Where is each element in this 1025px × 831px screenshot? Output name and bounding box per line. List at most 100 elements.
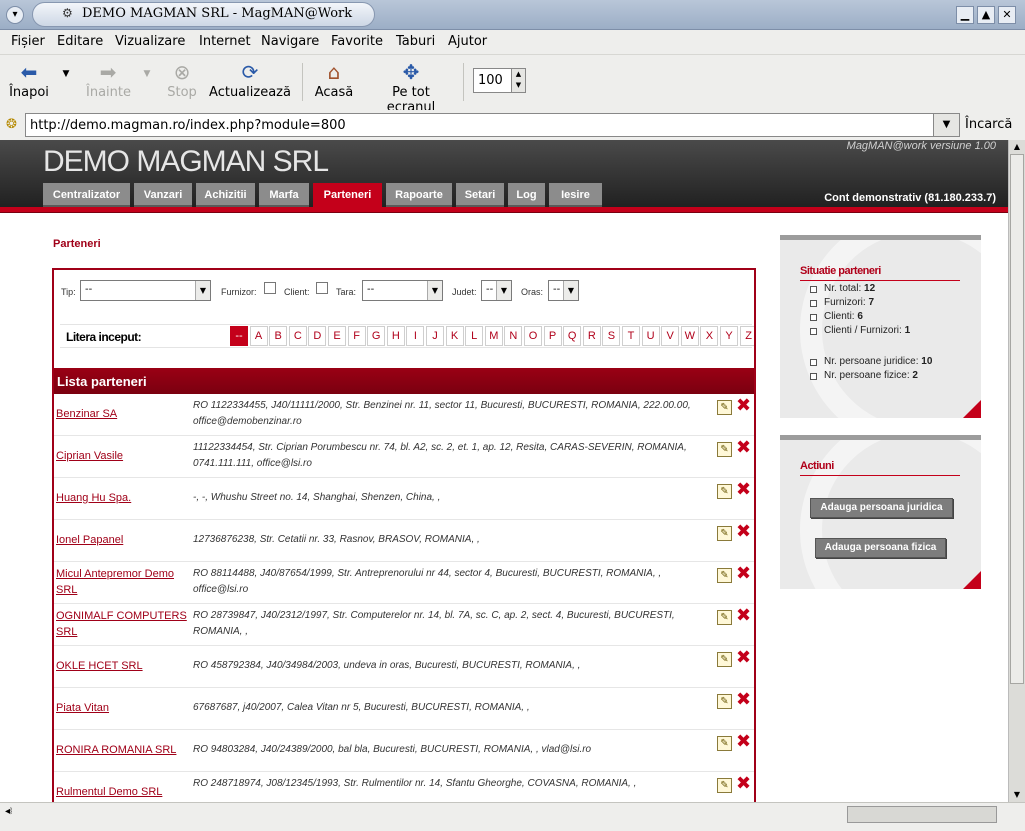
letter-filter-a[interactable]: A — [249, 326, 268, 346]
letter-filter-p[interactable]: P — [543, 326, 562, 346]
menu-vizualizare[interactable]: Vizualizare — [115, 34, 185, 49]
letter-filter-all[interactable]: -- — [230, 326, 248, 346]
partner-name-link[interactable]: RONIRA ROMANIA SRL — [56, 742, 188, 758]
tab-log[interactable]: Log — [508, 183, 545, 207]
partner-name-link[interactable]: OGNIMALF COMPUTERS SRL — [56, 608, 188, 640]
back-history-dropdown[interactable]: ▼ — [60, 69, 72, 79]
minimize-icon[interactable]: ▁ — [956, 6, 974, 24]
maximize-icon[interactable]: ▲ — [977, 6, 995, 24]
letter-filter-r[interactable]: R — [582, 326, 601, 346]
menu-fisier[interactable]: Fișier — [11, 34, 45, 49]
menu-taburi[interactable]: Taburi — [396, 34, 435, 49]
forward-history-dropdown[interactable]: ▼ — [141, 69, 153, 79]
delete-icon[interactable]: ✖ — [736, 397, 751, 415]
scrollbar-thumb[interactable] — [1010, 154, 1024, 684]
edit-icon[interactable]: ✎ — [717, 610, 732, 625]
letter-filter-g[interactable]: G — [367, 326, 386, 346]
letter-filter-u[interactable]: U — [641, 326, 660, 346]
partner-name-link[interactable]: OKLE HCET SRL — [56, 658, 188, 674]
menu-navigare[interactable]: Navigare — [261, 34, 319, 49]
add-natural-person-button[interactable]: Adauga persoana fizica — [815, 538, 946, 558]
url-history-dropdown[interactable]: ▼ — [933, 113, 960, 137]
scroll-down-icon[interactable]: ▼ — [1009, 788, 1025, 802]
letter-filter-f[interactable]: F — [347, 326, 366, 346]
tab-achizitii[interactable]: Achizitii — [196, 183, 255, 207]
tip-select[interactable]: -- ▼ — [80, 280, 211, 301]
tab-parteneri[interactable]: Parteneri — [313, 183, 382, 207]
tab-setari[interactable]: Setari — [456, 183, 504, 207]
letter-filter-q[interactable]: Q — [563, 326, 582, 346]
letter-filter-e[interactable]: E — [328, 326, 346, 346]
partner-name-link[interactable]: Benzinar SA — [56, 406, 188, 422]
edit-icon[interactable]: ✎ — [717, 400, 732, 415]
letter-filter-x[interactable]: X — [700, 326, 719, 346]
letter-filter-s[interactable]: S — [602, 326, 621, 346]
letter-filter-z[interactable]: Z — [739, 326, 754, 346]
delete-icon[interactable]: ✖ — [736, 481, 751, 499]
letter-filter-j[interactable]: J — [426, 326, 444, 346]
letter-filter-n[interactable]: N — [504, 326, 523, 346]
partner-name-link[interactable]: Huang Hu Spa. — [56, 490, 188, 506]
letter-filter-k[interactable]: K — [445, 326, 464, 346]
menu-ajutor[interactable]: Ajutor — [448, 34, 487, 49]
tara-select[interactable]: -- ▼ — [362, 280, 443, 301]
delete-icon[interactable]: ✖ — [736, 775, 751, 793]
delete-icon[interactable]: ✖ — [736, 691, 751, 709]
partner-name-link[interactable]: Ciprian Vasile — [56, 448, 188, 464]
scroll-up-icon[interactable]: ▲ — [1009, 140, 1025, 154]
letter-filter-m[interactable]: M — [484, 326, 503, 346]
url-input[interactable]: http://demo.magman.ro/index.php?module=8… — [25, 113, 960, 137]
menu-internet[interactable]: Internet — [199, 34, 251, 49]
edit-icon[interactable]: ✎ — [717, 484, 732, 499]
tab-rapoarte[interactable]: Rapoarte — [386, 183, 452, 207]
go-button[interactable]: Încarcă — [965, 117, 1012, 132]
letter-filter-o[interactable]: O — [524, 326, 542, 346]
letter-filter-h[interactable]: H — [386, 326, 405, 346]
partner-name-link[interactable]: Piata Vitan — [56, 700, 188, 716]
edit-icon[interactable]: ✎ — [717, 736, 732, 751]
add-legal-person-button[interactable]: Adauga persoana juridica — [810, 498, 953, 518]
edit-icon[interactable]: ✎ — [717, 694, 732, 709]
edit-icon[interactable]: ✎ — [717, 652, 732, 667]
tab-vanzari[interactable]: Vanzari — [134, 183, 192, 207]
home-button[interactable]: ⌂ Acasă — [313, 59, 355, 100]
fullscreen-button[interactable]: ✥ Pe tot ecranul — [366, 59, 456, 115]
zoom-stepper[interactable]: 100 ▲ ▼ — [473, 68, 526, 93]
delete-icon[interactable]: ✖ — [736, 523, 751, 541]
vertical-scrollbar[interactable]: ▲ ▼ — [1008, 140, 1025, 802]
delete-icon[interactable]: ✖ — [736, 649, 751, 667]
edit-icon[interactable]: ✎ — [717, 442, 732, 457]
menu-editare[interactable]: Editare — [57, 34, 103, 49]
delete-icon[interactable]: ✖ — [736, 565, 751, 583]
reload-button[interactable]: ⟳ Actualizează — [207, 59, 293, 100]
forward-button[interactable]: ➡ Înainte — [86, 59, 131, 100]
partner-name-link[interactable]: Micul Antepremor Demo SRL — [56, 566, 188, 598]
letter-filter-w[interactable]: W — [680, 326, 699, 346]
menu-favorite[interactable]: Favorite — [331, 34, 383, 49]
delete-icon[interactable]: ✖ — [736, 607, 751, 625]
tab-centralizator[interactable]: Centralizator — [43, 183, 130, 207]
window-menu-button[interactable]: ▾ — [6, 6, 24, 24]
letter-filter-i[interactable]: I — [406, 326, 425, 346]
letter-filter-v[interactable]: V — [661, 326, 680, 346]
letter-filter-b[interactable]: B — [269, 326, 288, 346]
letter-filter-t[interactable]: T — [622, 326, 640, 346]
tab-iesire[interactable]: Iesire — [549, 183, 602, 207]
letter-filter-c[interactable]: C — [288, 326, 307, 346]
close-icon[interactable]: ✕ — [998, 6, 1016, 24]
zoom-spin-arrows[interactable]: ▲ ▼ — [511, 69, 525, 92]
edit-icon[interactable]: ✎ — [717, 778, 732, 793]
partner-name-link[interactable]: Rulmentul Demo SRL — [56, 784, 188, 800]
edit-icon[interactable]: ✎ — [717, 568, 732, 583]
furnizor-checkbox[interactable] — [264, 282, 276, 294]
horizontal-scrollbar-thumb[interactable] — [847, 806, 997, 823]
letter-filter-d[interactable]: D — [308, 326, 327, 346]
client-checkbox[interactable] — [316, 282, 328, 294]
edit-icon[interactable]: ✎ — [717, 526, 732, 541]
back-button[interactable]: ⬅ Înapoi — [9, 59, 49, 100]
delete-icon[interactable]: ✖ — [736, 439, 751, 457]
stop-button[interactable]: ⊗ Stop — [166, 59, 198, 100]
oras-select[interactable]: -- ▼ — [548, 280, 579, 301]
letter-filter-l[interactable]: L — [465, 326, 484, 346]
tab-marfa[interactable]: Marfa — [259, 183, 309, 207]
